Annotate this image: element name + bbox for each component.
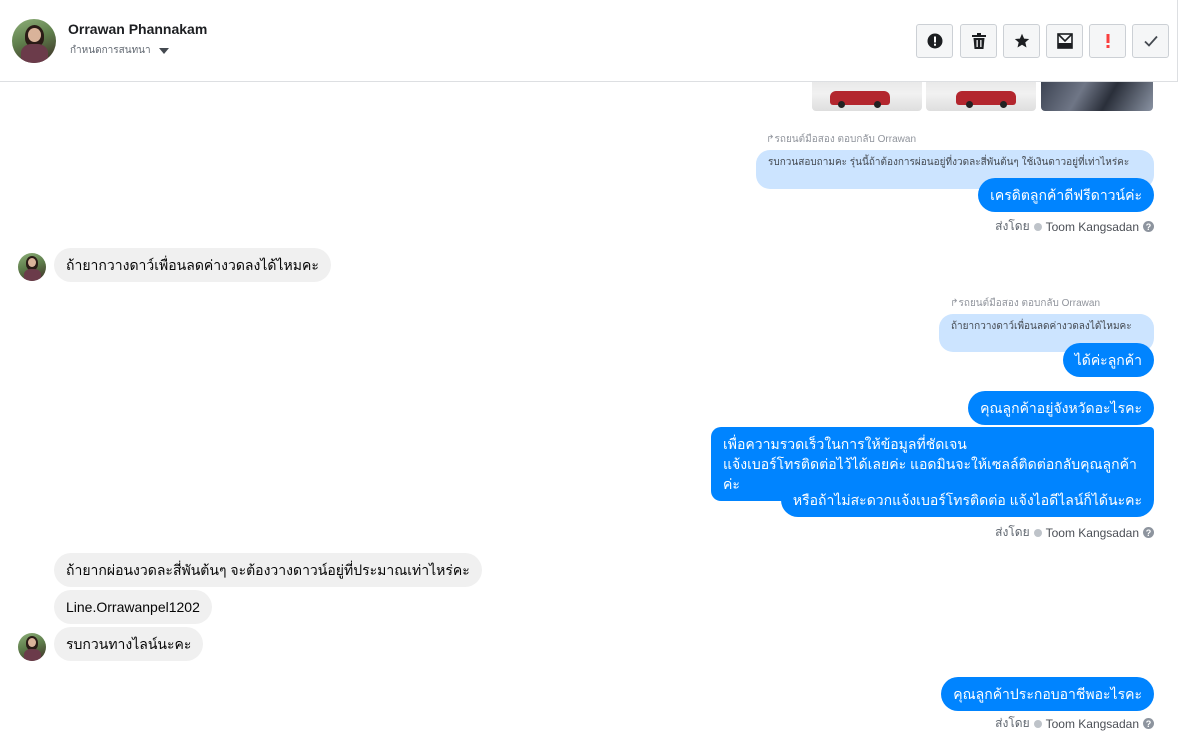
help-icon[interactable]: ? [1143,527,1154,538]
reply-arrow-icon: ↱ [766,134,775,145]
outgoing-message[interactable]: ได้ค่ะลูกค้า [1062,343,1154,377]
incoming-message[interactable]: ถ้ายากผ่อนงวดละสี่พันต้นๆ จะต้องวางดาวน์… [54,553,482,587]
contact-avatar[interactable] [12,19,56,63]
contact-name[interactable]: Orrawan Phannakam [68,21,207,37]
contact-avatar[interactable] [18,633,46,661]
outgoing-message[interactable]: เครดิตลูกค้าดีฟรีดาวน์ค่ะ [978,178,1154,212]
conversation-header: Orrawan Phannakam กำหนดการสนทนา [0,0,1178,82]
mark-unread-icon [1056,33,1073,49]
contact-avatar[interactable] [18,253,46,281]
star-button[interactable] [1003,24,1040,58]
important-icon [1106,34,1109,48]
report-spam-button[interactable] [916,24,953,58]
sent-by-info: ส่งโดย Toom Kangsadan ? [995,523,1154,542]
sender-name[interactable]: Toom Kangsadan [1046,717,1139,731]
reply-context-label: ↱รถยนต์มือสอง ตอบกลับ Orrawan [766,134,916,145]
attachment-image[interactable] [926,82,1036,111]
conversation-status-dropdown[interactable]: กำหนดการสนทนา [70,43,169,58]
sent-by-info: ส่งโดย Toom Kangsadan ? [995,714,1154,733]
help-icon[interactable]: ? [1143,718,1154,729]
outgoing-message[interactable]: หรือถ้าไม่สะดวกแจ้งเบอร์โทรติดต่อ แจ้งไอ… [780,483,1154,517]
help-icon[interactable]: ? [1143,221,1154,232]
message-thread[interactable]: ↱รถยนต์มือสอง ตอบกลับ Orrawan รบกวนสอบถา… [0,82,1178,738]
trash-icon [971,33,986,49]
reply-arrow-icon: ↱ [950,298,959,309]
page-badge-icon [1033,222,1042,231]
sent-by-info: ส่งโดย Toom Kangsadan ? [995,217,1154,236]
check-icon [1143,35,1158,47]
page-badge-icon [1033,528,1042,537]
reply-context-label: ↱รถยนต์มือสอง ตอบกลับ Orrawan [950,298,1100,309]
star-icon [1014,33,1029,48]
attachment-image[interactable] [1041,82,1153,111]
mark-unread-button[interactable] [1046,24,1083,58]
page-badge-icon [1033,719,1042,728]
caret-down-icon [158,47,169,54]
alert-circle-icon [927,33,942,49]
incoming-message[interactable]: ถ้ายากวางดาว์เพื่อนลดค่างวดลงได้ไหมคะ [54,248,331,282]
outgoing-message[interactable]: คุณลูกค้าอยู่จังหวัดอะไรคะ [968,391,1154,425]
sender-name[interactable]: Toom Kangsadan [1046,220,1139,234]
sender-name[interactable]: Toom Kangsadan [1046,526,1139,540]
outgoing-message[interactable]: คุณลูกค้าประกอบอาชีพอะไรคะ [941,677,1154,711]
mark-done-button[interactable] [1132,24,1169,58]
delete-button[interactable] [960,24,997,58]
incoming-message[interactable]: Line.Orrawanpel1202 [54,590,212,624]
conversation-status-label: กำหนดการสนทนา [70,45,151,56]
mark-important-button[interactable] [1089,24,1126,58]
incoming-message[interactable]: รบกวนทางไลน์นะคะ [54,627,204,661]
attachment-image[interactable] [812,82,922,111]
